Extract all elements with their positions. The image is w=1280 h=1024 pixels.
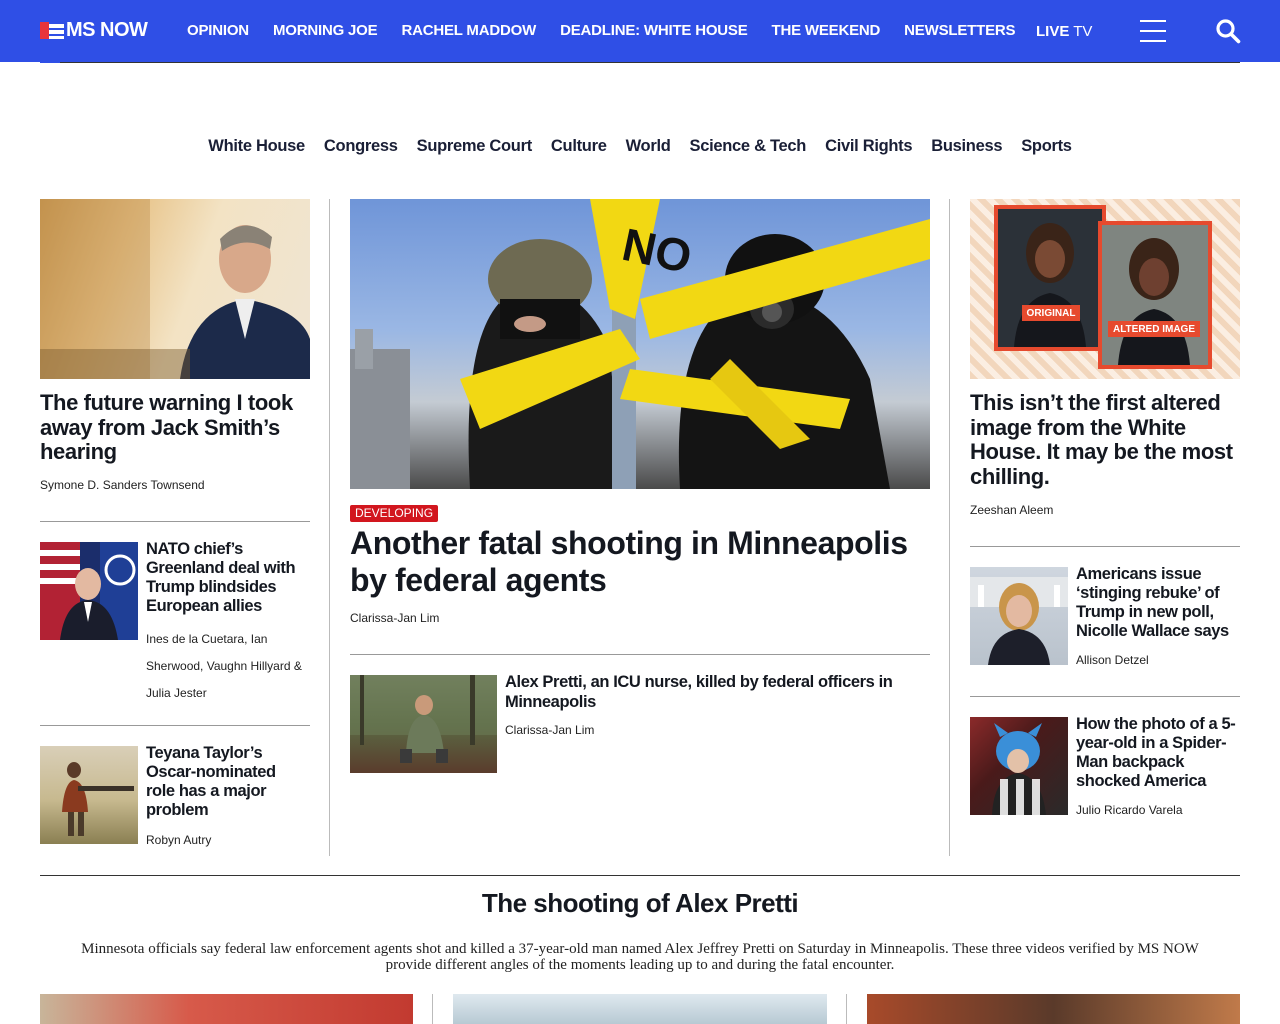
center-hero-byline[interactable]: Clarissa-Jan Lim <box>350 611 439 625</box>
nato-chief-image[interactable] <box>40 542 138 640</box>
header-rule <box>40 62 1240 63</box>
developing-badge: DEVELOPING <box>350 505 439 522</box>
right-lead-byline[interactable]: Zeeshan Aleem <box>970 503 1053 517</box>
altered-image-comparison[interactable]: ORIGINAL ALTERED IMAGE <box>970 199 1240 379</box>
right-item-1-byline[interactable]: Allison Detzel <box>1076 653 1149 667</box>
original-label: ORIGINAL <box>1027 308 1076 319</box>
minneapolis-shooting-hero-image[interactable]: NO <box>350 199 930 489</box>
right-lead-headline[interactable]: This isn’t the first altered image from … <box>970 390 1240 489</box>
section-title[interactable]: The shooting of Alex Pretti <box>0 888 1280 919</box>
video-divider-1 <box>432 994 433 1024</box>
altered-image-label: ALTERED IMAGE <box>1113 324 1195 335</box>
live-tv-bold: LIVE <box>1036 23 1070 40</box>
column-divider-left <box>329 199 330 856</box>
right-item-1-headline[interactable]: Americans issue ‘stinging rebuke’ of Tru… <box>1076 565 1240 641</box>
center-related-headline[interactable]: Alex Pretti, an ICU nurse, killed by fed… <box>505 673 925 712</box>
spider-man-backpack-image[interactable] <box>970 717 1068 815</box>
subnav-supreme-court[interactable]: Supreme Court <box>417 137 533 156</box>
left-item-1-byline[interactable]: Ines de la Cuetara, Ian Sherwood, Vaughn… <box>146 626 310 707</box>
search-icon[interactable] <box>1215 18 1241 44</box>
logo-text: MS NOW <box>66 18 148 41</box>
section-rule <box>40 875 1240 876</box>
menu-icon[interactable] <box>1140 20 1166 42</box>
subnav-science-tech[interactable]: Science & Tech <box>690 137 807 156</box>
subnav-culture[interactable]: Culture <box>551 137 607 156</box>
nicolle-wallace-image[interactable] <box>970 567 1068 665</box>
section-nav: White House Congress Supreme Court Cultu… <box>0 137 1280 156</box>
right-item-2-headline[interactable]: How the photo of a 5-year-old in a Spide… <box>1076 715 1240 791</box>
center-related-byline[interactable]: Clarissa-Jan Lim <box>505 723 594 737</box>
left-divider-1 <box>40 521 310 522</box>
alex-pretti-image[interactable] <box>350 675 497 773</box>
video-thumbnail-2[interactable] <box>453 994 827 1024</box>
video-divider-2 <box>846 994 847 1024</box>
subnav-business[interactable]: Business <box>931 137 1002 156</box>
left-lead-headline[interactable]: The future warning I took away from Jack… <box>40 390 310 465</box>
video-thumbnail-1[interactable] <box>40 994 413 1024</box>
right-item-2-byline[interactable]: Julio Ricardo Varela <box>1076 803 1183 817</box>
live-tv-suffix: TV <box>1069 23 1093 40</box>
subnav-sports[interactable]: Sports <box>1021 137 1072 156</box>
live-tv-link[interactable]: LIVE TV <box>1036 23 1092 40</box>
left-divider-2 <box>40 725 310 726</box>
nav-rachel-maddow[interactable]: RACHEL MADDOW <box>401 22 536 39</box>
left-item-2-byline[interactable]: Robyn Autry <box>146 833 211 847</box>
nav-newsletters[interactable]: NEWSLETTERS <box>904 22 1015 39</box>
teyana-taylor-image[interactable] <box>40 746 138 844</box>
nav-the-weekend[interactable]: THE WEEKEND <box>772 22 881 39</box>
right-divider-2 <box>970 696 1240 697</box>
ms-now-logo[interactable]: MS NOW <box>40 18 148 41</box>
video-thumbnail-3[interactable] <box>867 994 1240 1024</box>
nav-morning-joe[interactable]: MORNING JOE <box>273 22 378 39</box>
subnav-white-house[interactable]: White House <box>208 137 305 156</box>
center-divider <box>350 654 930 655</box>
left-item-2-headline[interactable]: Teyana Taylor’s Oscar-nominated role has… <box>146 744 306 820</box>
jack-smith-hearing-image[interactable] <box>40 199 310 379</box>
column-divider-right <box>949 199 950 856</box>
right-divider-1 <box>970 546 1240 547</box>
subnav-world[interactable]: World <box>626 137 671 156</box>
header-rule-accent <box>40 61 60 63</box>
center-hero-headline[interactable]: Another fatal shooting in Minneapolis by… <box>350 525 920 599</box>
left-lead-byline[interactable]: Symone D. Sanders Townsend <box>40 478 205 492</box>
main-nav: OPINION MORNING JOE RACHEL MADDOW DEADLI… <box>187 22 1016 39</box>
left-item-1-headline[interactable]: NATO chief’s Greenland deal with Trump b… <box>146 540 306 616</box>
top-navigation-bar: MS NOW OPINION MORNING JOE RACHEL MADDOW… <box>0 0 1280 62</box>
nav-deadline-white-house[interactable]: DEADLINE: WHITE HOUSE <box>560 22 748 39</box>
subnav-civil-rights[interactable]: Civil Rights <box>825 137 912 156</box>
flag-icon <box>40 21 64 39</box>
nav-opinion[interactable]: OPINION <box>187 22 249 39</box>
section-description: Minnesota officials say federal law enfo… <box>81 941 1199 973</box>
subnav-congress[interactable]: Congress <box>324 137 398 156</box>
